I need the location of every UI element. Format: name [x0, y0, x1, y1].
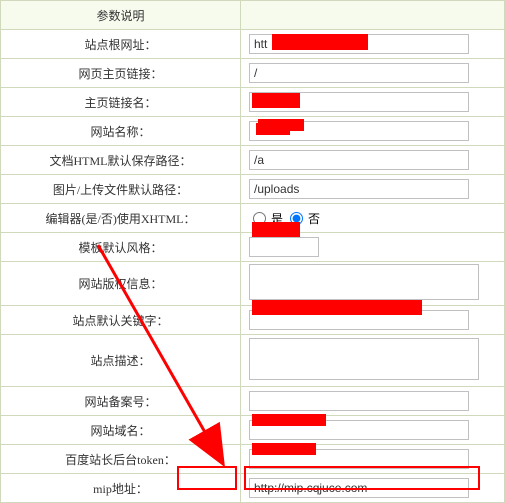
- settings-table: 参数说明 站点根网址： 网页主页链接： 主页链接名： 网站名称： 文档HTML默…: [0, 0, 505, 503]
- label-keywords: 站点默认关键字：: [1, 306, 241, 335]
- redact-home-link-name: [252, 93, 300, 108]
- input-default-style[interactable]: [249, 237, 319, 257]
- label-editor-xhtml: 编辑器(是/否)使用XHTML：: [1, 204, 241, 233]
- label-upload-path: 图片/上传文件默认路径：: [1, 175, 241, 204]
- textarea-copyright[interactable]: [249, 264, 479, 300]
- input-doc-html-path[interactable]: [249, 150, 469, 170]
- radio-no-label: 否: [308, 210, 320, 227]
- header-empty: [241, 1, 505, 30]
- label-home-link: 网页主页链接：: [1, 59, 241, 88]
- label-copyright: 网站版权信息：: [1, 262, 241, 306]
- redact-default-style: [252, 222, 300, 237]
- redact-domain: [252, 414, 326, 426]
- label-icp: 网站备案号：: [1, 387, 241, 416]
- redact-site-name-2: [256, 123, 290, 135]
- label-baidu-token: 百度站长后台token：: [1, 445, 241, 474]
- label-site-name: 网站名称：: [1, 117, 241, 146]
- input-upload-path[interactable]: [249, 179, 469, 199]
- label-doc-html-path: 文档HTML默认保存路径：: [1, 146, 241, 175]
- label-root-url: 站点根网址：: [1, 30, 241, 59]
- textarea-description[interactable]: [249, 338, 479, 380]
- header-param-desc: 参数说明: [1, 1, 241, 30]
- redact-baidu-token: [252, 443, 316, 455]
- input-home-link[interactable]: [249, 63, 469, 83]
- redact-keywords: [252, 300, 422, 315]
- label-description: 站点描述：: [1, 335, 241, 387]
- label-home-link-name: 主页链接名：: [1, 88, 241, 117]
- label-domain: 网站域名：: [1, 416, 241, 445]
- redact-root-url: [272, 34, 368, 50]
- input-mip-url[interactable]: [249, 478, 469, 498]
- label-mip-url: mip地址：: [1, 474, 241, 503]
- input-icp[interactable]: [249, 391, 469, 411]
- label-default-style: 模板默认风格：: [1, 233, 241, 262]
